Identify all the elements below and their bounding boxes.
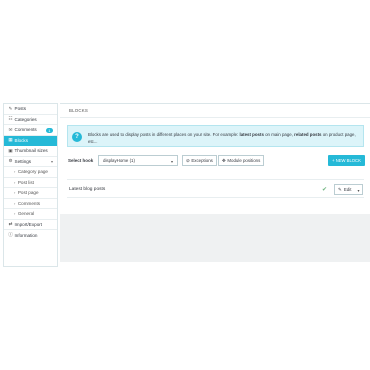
comments-icon: ✉ <box>8 126 13 132</box>
sidebar-item-posts[interactable]: ✎ Posts <box>4 104 57 115</box>
chevron-right-icon: › <box>14 211 16 217</box>
exceptions-label: Exceptions <box>191 158 213 163</box>
edit-label: Edit <box>343 187 352 192</box>
sidebar-item-label: Comments <box>17 200 41 206</box>
table-row: Latest blog posts ✔ ✎ Edit ▾ <box>67 179 364 198</box>
select-hook-label: Select hook <box>68 158 94 163</box>
sidebar-subitem-comments[interactable]: › Comments <box>4 199 57 209</box>
new-block-label: + NEW BLOCK <box>332 158 361 163</box>
image-icon: ▣ <box>8 147 13 153</box>
blocks-icon: ▦ <box>8 137 13 143</box>
alert-text-part: Blocks are used to display posts in diff… <box>88 131 240 137</box>
chevron-right-icon: › <box>14 169 16 175</box>
sidebar-item-label: Category page <box>17 169 48 175</box>
hook-select-value: displayHome (1) <box>103 158 135 163</box>
sidebar-item-label: Information <box>14 232 38 238</box>
gear-icon: ⚙ <box>8 158 13 164</box>
arrows-icon: ✥ <box>222 157 226 163</box>
exceptions-button[interactable]: ⊘ Exceptions <box>182 155 217 166</box>
sidebar-item-label: Comments <box>14 127 37 133</box>
hook-toolbar: Select hook displayHome (1) ▾ ⊘ Exceptio… <box>68 155 365 167</box>
hook-select[interactable]: displayHome (1) ▾ <box>98 155 178 166</box>
content-background <box>60 214 370 262</box>
chevron-down-icon: ▾ <box>170 158 173 164</box>
pencil-icon: ✎ <box>8 105 13 111</box>
sidebar-item-comments[interactable]: ✉ Comments 1 <box>4 125 57 136</box>
sidebar-item-label: Post list <box>17 179 34 185</box>
sidebar-subitem-post-list[interactable]: › Post list <box>4 178 57 188</box>
alert-highlight: latest posts <box>239 131 264 137</box>
module-positions-label: Module positions <box>227 158 261 163</box>
alert-text: Blocks are used to display posts in diff… <box>88 131 362 145</box>
sidebar-item-settings[interactable]: ⚙ Settings ▾ <box>4 157 57 167</box>
chevron-right-icon: › <box>14 200 16 206</box>
panel-title: BLOCKS <box>60 104 370 118</box>
edit-button[interactable]: ✎ Edit ▾ <box>334 184 363 195</box>
alert-text-part: on main page, <box>263 131 295 137</box>
sidebar-subitem-general[interactable]: › General <box>4 209 57 220</box>
sidebar-item-label: Posts <box>14 106 27 112</box>
sidebar-item-label: Categories <box>14 116 37 122</box>
sidebar-item-information[interactable]: ⓘ Information <box>4 230 57 241</box>
sidebar-item-label: Import/Export <box>14 221 43 227</box>
check-icon[interactable]: ✔ <box>322 186 327 193</box>
chevron-right-icon: › <box>14 190 16 196</box>
sidebar-subitem-post-page[interactable]: › Post page <box>4 188 57 199</box>
sidebar-item-label: Thumbnail sizes <box>14 148 48 154</box>
sidebar-item-blocks[interactable]: ▦ Blocks <box>4 135 57 146</box>
sidebar-item-import-export[interactable]: ⇄ Import/Export <box>4 220 57 230</box>
exchange-icon: ⇄ <box>8 221 13 227</box>
sidebar-item-categories[interactable]: ☷ Categories <box>4 115 57 125</box>
block-title: Latest blog posts <box>69 186 106 192</box>
sidebar-subitem-category-page[interactable]: › Category page <box>4 167 57 178</box>
sidebar-item-thumbnail-sizes[interactable]: ▣ Thumbnail sizes <box>4 146 57 157</box>
chevron-right-icon: › <box>14 179 16 185</box>
ban-icon: ⊘ <box>186 157 190 163</box>
info-alert: ? Blocks are used to display posts in di… <box>67 125 364 147</box>
sidebar-item-label: Post page <box>17 190 39 196</box>
sidebar-item-label: Blocks <box>14 137 29 143</box>
chevron-down-icon: ▾ <box>50 158 53 164</box>
pencil-icon: ✎ <box>338 186 342 192</box>
info-icon: ⓘ <box>8 232 13 238</box>
comments-count-badge: 1 <box>45 127 53 133</box>
alert-highlight: related posts <box>294 131 322 137</box>
sidebar-item-label: General <box>17 211 35 217</box>
new-block-button[interactable]: + NEW BLOCK <box>328 155 365 166</box>
sidebar-nav: ✎ Posts ☷ Categories ✉ Comments 1 ▦ Bloc… <box>3 103 58 267</box>
chevron-down-icon[interactable]: ▾ <box>357 188 359 193</box>
sitemap-icon: ☷ <box>8 116 13 122</box>
sidebar-item-label: Settings <box>14 158 32 164</box>
module-positions-button[interactable]: ✥ Module positions <box>218 155 265 166</box>
question-icon: ? <box>72 131 82 142</box>
